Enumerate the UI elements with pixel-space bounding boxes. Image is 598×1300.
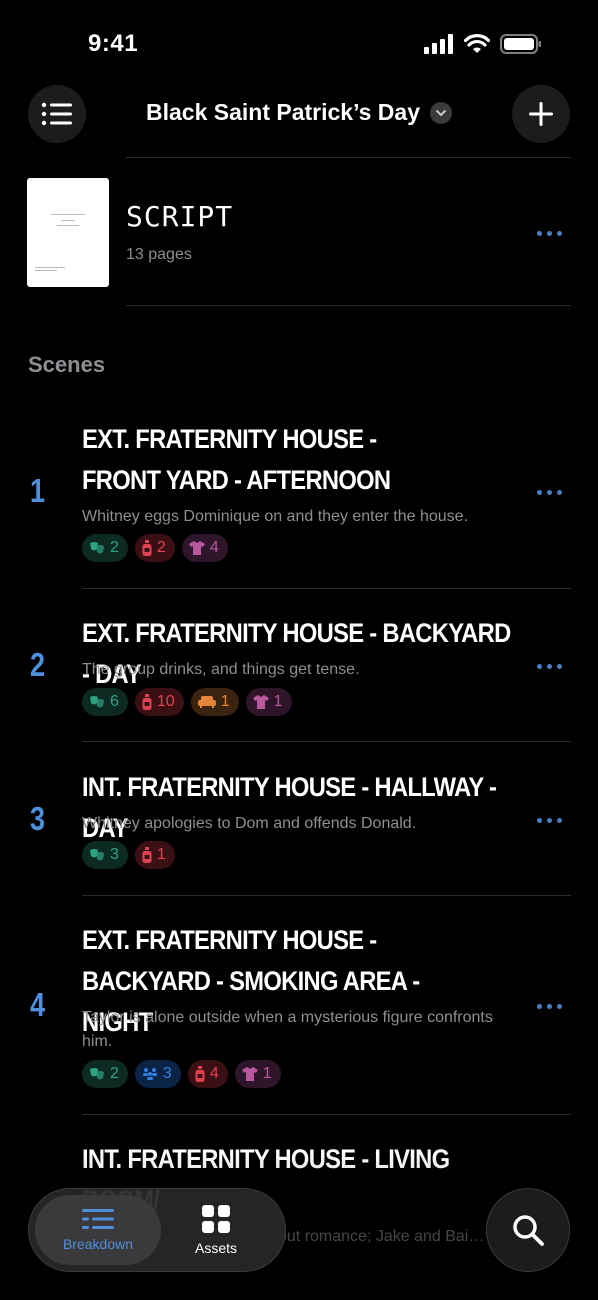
scene-tags: 2 3 4 1 — [82, 1060, 281, 1088]
props-count: 10 — [156, 693, 175, 710]
add-button[interactable] — [512, 85, 570, 143]
props-count: 2 — [156, 539, 166, 556]
bottle-icon — [142, 540, 152, 556]
tab-assets[interactable]: Assets — [153, 1195, 279, 1265]
scene-tags: 6 10 1 1 — [82, 688, 292, 716]
scene-heading: INT. FRATERNITY HOUSE - HALLWAY - DAY — [82, 772, 497, 843]
divider — [82, 895, 571, 896]
wardrobe-count: 4 — [209, 539, 219, 556]
theater-masks-icon — [90, 542, 104, 554]
grid-icon — [202, 1205, 230, 1233]
scene-summary: Taylor is alone outside when a mysteriou… — [82, 1009, 493, 1050]
script-page-count: 13 pages — [126, 246, 192, 263]
script-more-button[interactable] — [537, 228, 567, 238]
project-selector[interactable]: Black Saint Patrick’s Day — [0, 99, 598, 126]
divider — [82, 1114, 571, 1115]
set-dressing-tag: 1 — [190, 688, 239, 716]
props-tag: 4 — [187, 1060, 228, 1088]
extras-tag: 3 — [134, 1060, 181, 1088]
tab-breakdown[interactable]: Breakdown — [35, 1195, 161, 1265]
scene-summary: …out romance; Jake and Bai… — [262, 1228, 485, 1245]
set-dressing-count: 1 — [220, 693, 230, 710]
wardrobe-count: 1 — [273, 693, 283, 710]
couch-icon — [197, 696, 216, 708]
wardrobe-tag: 4 — [181, 534, 228, 562]
extras-count: 3 — [162, 1065, 172, 1082]
scene-number: 3 — [30, 800, 46, 837]
divider — [126, 157, 571, 158]
ellipsis-icon — [537, 230, 542, 236]
ellipsis-icon — [537, 663, 542, 669]
ellipsis-icon — [537, 817, 542, 823]
wardrobe-tag: 1 — [245, 688, 292, 716]
wardrobe-tag: 1 — [234, 1060, 281, 1088]
theater-masks-icon — [90, 849, 104, 861]
divider — [82, 741, 571, 742]
props-tag: 1 — [134, 841, 175, 869]
props-tag: 2 — [134, 534, 175, 562]
search-button[interactable] — [486, 1188, 570, 1272]
cast-tag: 2 — [82, 534, 128, 562]
divider — [82, 588, 571, 589]
wifi-icon — [464, 34, 490, 53]
scene-more-button[interactable] — [537, 1001, 567, 1011]
cast-tag: 3 — [82, 841, 128, 869]
cast-tag: 2 — [82, 1060, 128, 1088]
shirt-icon — [252, 695, 269, 709]
scene-number: 2 — [30, 646, 46, 683]
cast-count: 2 — [110, 1065, 119, 1082]
shirt-icon — [241, 1067, 258, 1081]
status-time: 9:41 — [88, 30, 139, 57]
bottle-icon — [195, 1066, 205, 1082]
breakdown-icon — [82, 1209, 114, 1229]
status-bar: 9:41 — [0, 0, 598, 80]
scene-tags: 2 2 4 — [82, 534, 228, 562]
scene-more-button[interactable] — [537, 815, 567, 825]
cast-count: 2 — [110, 539, 119, 556]
tab-bar: Breakdown Assets — [28, 1188, 286, 1272]
scene-heading: EXT. FRATERNITY HOUSE - BACKYARD - DAY — [82, 618, 511, 689]
script-label: SCRIPT — [126, 200, 234, 233]
props-tag: 10 — [134, 688, 184, 716]
scene-more-button[interactable] — [537, 661, 567, 671]
tab-assets-label: Assets — [194, 1240, 237, 1256]
props-count: 4 — [209, 1065, 219, 1082]
wardrobe-count: 1 — [262, 1065, 272, 1082]
scene-summary: Whitney eggs Dominique on and they enter… — [82, 508, 469, 525]
cellular-signal-icon — [424, 34, 453, 54]
scene-number: 1 — [30, 472, 46, 509]
theater-masks-icon — [90, 1068, 104, 1080]
theater-masks-icon — [90, 696, 104, 708]
scene-tags: 3 1 — [82, 841, 175, 869]
scene-summary: Whitney apologies to Dom and offends Don… — [82, 815, 417, 832]
project-title: Black Saint Patrick’s Day — [145, 99, 420, 125]
cast-tag: 6 — [82, 688, 128, 716]
script-thumbnail — [27, 178, 109, 287]
bottle-icon — [142, 694, 152, 710]
cast-count: 6 — [110, 693, 119, 710]
scene-more-button[interactable] — [537, 487, 567, 497]
bottle-icon — [142, 847, 152, 863]
section-title: Scenes — [28, 352, 106, 377]
cast-count: 3 — [110, 846, 119, 863]
status-icons — [424, 34, 542, 54]
ellipsis-icon — [537, 489, 542, 495]
battery-icon — [500, 34, 541, 54]
chevron-down-icon — [430, 101, 452, 124]
plus-icon — [529, 102, 553, 126]
scene-number: 4 — [30, 986, 46, 1023]
tab-breakdown-label: Breakdown — [62, 1236, 134, 1252]
props-count: 1 — [156, 846, 166, 863]
divider — [126, 305, 571, 306]
search-icon — [513, 1215, 544, 1246]
shirt-icon — [188, 541, 205, 555]
scene-summary: The group drinks, and things get tense. — [82, 661, 360, 678]
group-icon — [142, 1068, 157, 1080]
scene-heading: EXT. FRATERNITY HOUSE - FRONT YARD - AFT… — [82, 424, 391, 495]
ellipsis-icon — [537, 1003, 542, 1009]
